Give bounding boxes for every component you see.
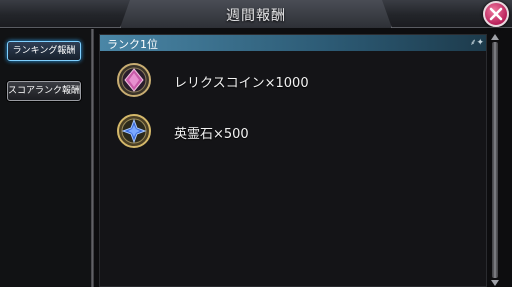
spirit-stone-icon	[116, 113, 152, 149]
scroll-down-icon[interactable]	[491, 280, 499, 286]
reward-text: レリクスコイン×1000	[174, 76, 309, 91]
reward-panel: ランク1位 ⸙✦ レリクスコイン×1000 英霊石×500	[99, 34, 487, 287]
page-title: 週間報酬	[226, 8, 286, 24]
corner-ornament-icon: ⸙✦	[469, 38, 484, 48]
relics-coin-icon	[116, 62, 152, 98]
tab-ranking-reward[interactable]: ランキング報酬	[7, 41, 81, 61]
reward-text: 英霊石×500	[174, 127, 249, 142]
rank-header: ランク1位 ⸙✦	[100, 35, 486, 51]
scrollbar[interactable]	[491, 34, 499, 287]
reward-item: レリクスコイン×1000	[100, 62, 486, 102]
rank-label: ランク1位	[107, 38, 158, 51]
tab-score-rank-reward[interactable]: スコアランク報酬	[7, 81, 81, 101]
reward-item: 英霊石×500	[100, 113, 486, 153]
scroll-up-icon[interactable]	[491, 34, 499, 40]
sidebar: ランキング報酬 スコアランク報酬	[0, 29, 92, 287]
top-bar: 週間報酬	[0, 0, 512, 28]
close-icon	[489, 7, 503, 21]
close-button[interactable]	[483, 1, 509, 27]
sidebar-divider	[91, 29, 94, 287]
scroll-thumb[interactable]	[492, 42, 498, 278]
